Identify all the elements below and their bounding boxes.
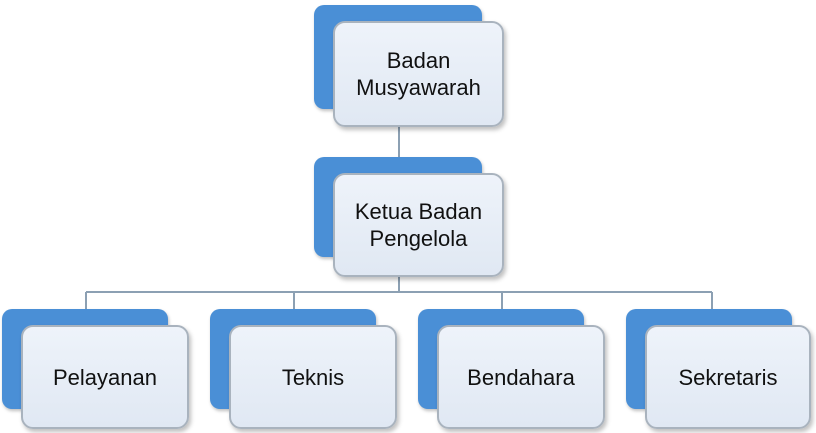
node-box: Sekretaris xyxy=(645,325,811,429)
node-label: Teknis xyxy=(281,364,345,390)
node-box: Pelayanan xyxy=(21,325,189,429)
node-label: Badan Musyawarah xyxy=(356,47,481,101)
node-box: Bendahara xyxy=(437,325,605,429)
node-bendahara: Bendahara xyxy=(418,309,608,431)
org-chart: Badan Musyawarah Ketua Badan Pengelola P… xyxy=(0,0,816,433)
node-label: Bendahara xyxy=(467,364,575,390)
node-sekretaris: Sekretaris xyxy=(626,309,814,431)
node-pelayanan: Pelayanan xyxy=(2,309,192,431)
node-label: Ketua Badan Pengelola xyxy=(355,198,482,252)
node-box: Teknis xyxy=(229,325,397,429)
node-box: Badan Musyawarah xyxy=(333,21,504,127)
node-ketua-badan-pengelola: Ketua Badan Pengelola xyxy=(314,157,507,279)
node-label: Pelayanan xyxy=(53,364,157,390)
node-label-line-2: Pengelola xyxy=(369,226,468,251)
node-label-line-2: Musyawarah xyxy=(356,75,481,100)
node-label-line-1: Ketua Badan xyxy=(354,199,483,224)
node-label-line-1: Badan xyxy=(386,48,451,73)
node-teknis: Teknis xyxy=(210,309,400,431)
node-box: Ketua Badan Pengelola xyxy=(333,173,504,277)
node-label: Sekretaris xyxy=(678,364,778,390)
node-badan-musyawarah: Badan Musyawarah xyxy=(314,5,507,127)
